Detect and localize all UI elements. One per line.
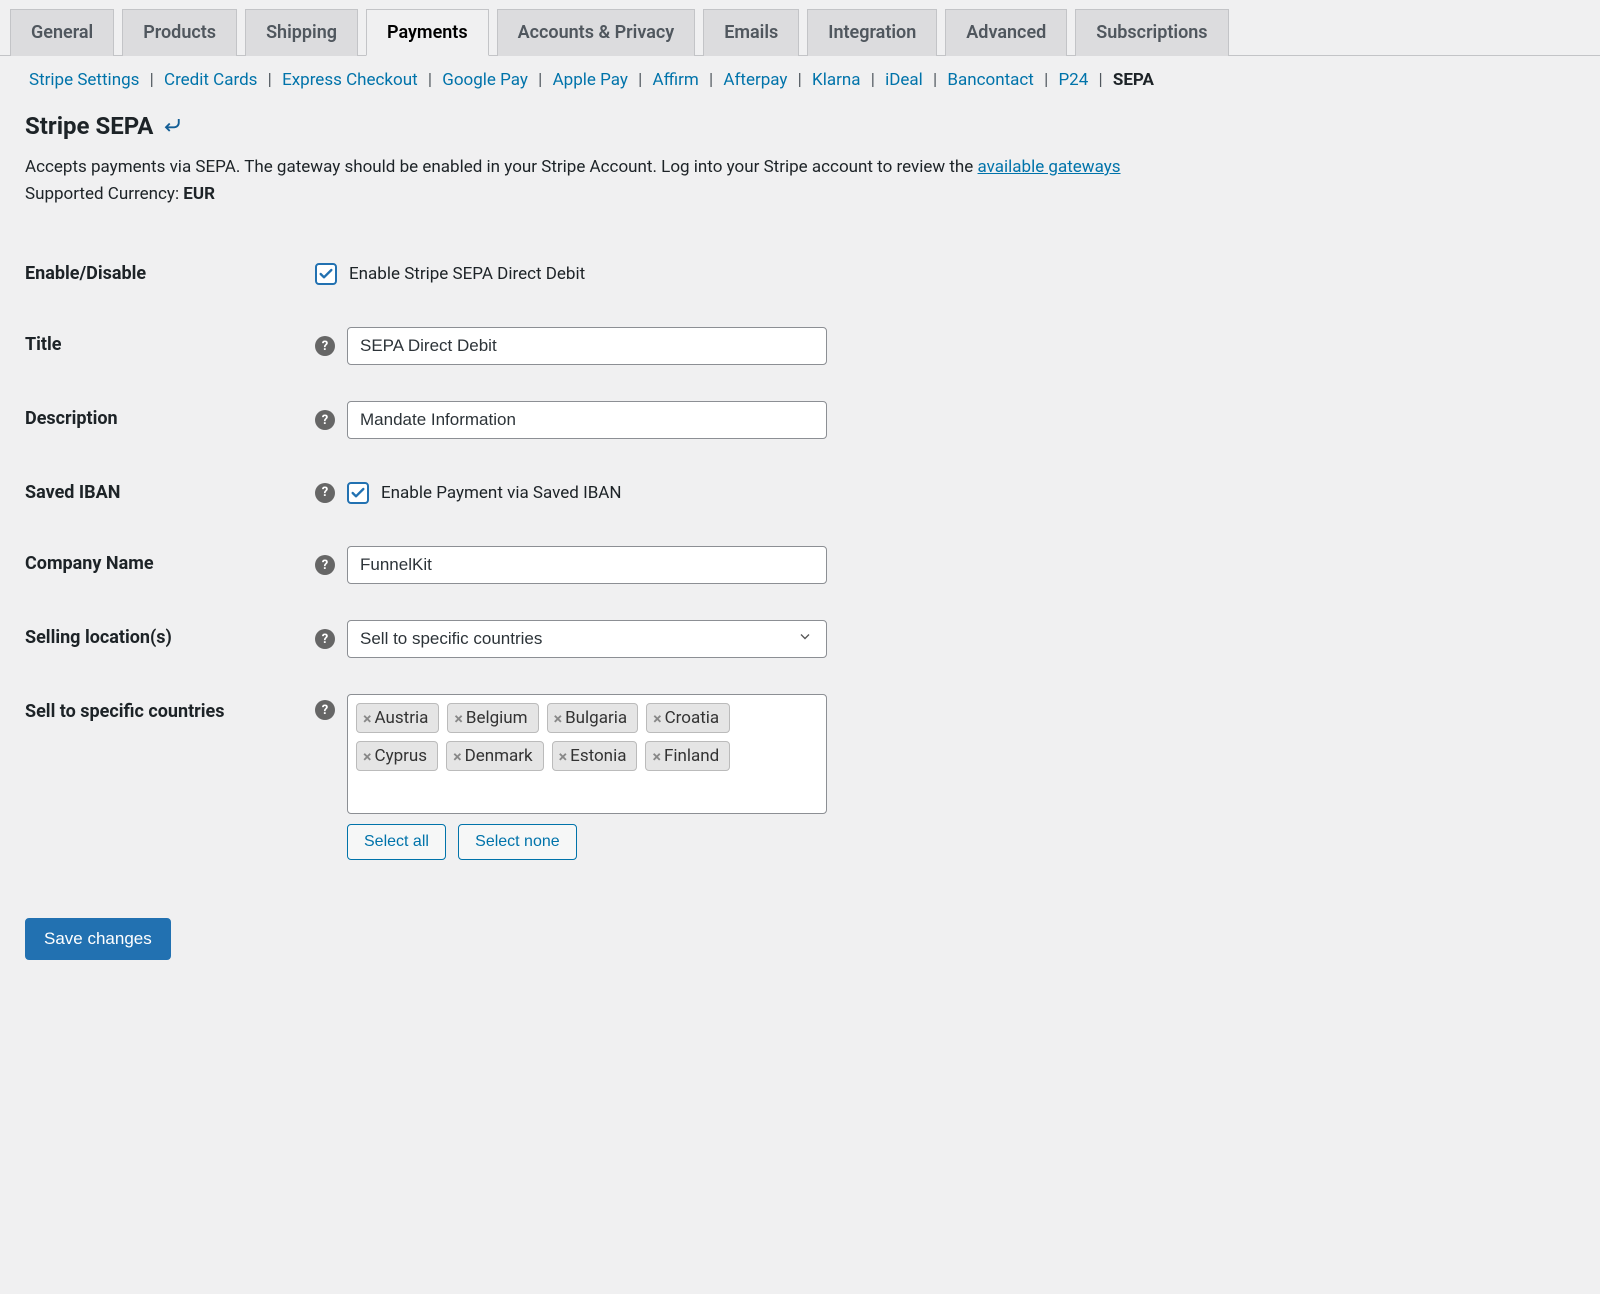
country-tag: ×Cyprus: [356, 741, 438, 771]
country-tag-label: Cyprus: [375, 746, 428, 766]
return-arrow-icon: [163, 116, 181, 134]
available-gateways-link[interactable]: available gateways: [978, 157, 1121, 177]
country-tag-label: Finland: [664, 746, 719, 766]
select-none-button[interactable]: Select none: [458, 824, 577, 860]
specific-countries-label: Sell to specific countries: [25, 676, 305, 878]
remove-tag-icon[interactable]: ×: [653, 709, 662, 728]
help-icon[interactable]: ?: [315, 555, 335, 575]
saved-iban-checkbox[interactable]: [347, 482, 369, 504]
description-label: Description: [25, 383, 305, 457]
country-tag-label: Denmark: [465, 746, 533, 766]
save-changes-button[interactable]: Save changes: [25, 918, 171, 960]
enable-checkbox-label: Enable Stripe SEPA Direct Debit: [349, 264, 585, 284]
saved-iban-checkbox-label: Enable Payment via Saved IBAN: [381, 483, 622, 503]
subnav-link-bancontact[interactable]: Bancontact: [943, 70, 1037, 90]
selling-locations-label: Selling location(s): [25, 602, 305, 676]
remove-tag-icon[interactable]: ×: [554, 709, 563, 728]
remove-tag-icon[interactable]: ×: [363, 709, 372, 728]
help-icon[interactable]: ?: [315, 629, 335, 649]
country-tag-label: Estonia: [570, 746, 626, 766]
country-tag-label: Austria: [375, 708, 429, 728]
subnav-link-afterpay[interactable]: Afterpay: [719, 70, 791, 90]
remove-tag-icon[interactable]: ×: [453, 747, 462, 766]
country-tag: ×Bulgaria: [547, 703, 639, 733]
country-tag: ×Austria: [356, 703, 439, 733]
description-text: Accepts payments via SEPA. The gateway s…: [25, 157, 978, 177]
company-name-input[interactable]: [347, 546, 827, 584]
countries-tag-box[interactable]: ×Austria×Belgium×Bulgaria×Croatia×Cyprus…: [347, 694, 827, 814]
country-tag: ×Denmark: [446, 741, 544, 771]
subnav-link-express-checkout[interactable]: Express Checkout: [278, 70, 422, 90]
remove-tag-icon[interactable]: ×: [652, 747, 661, 766]
saved-iban-label: Saved IBAN: [25, 457, 305, 528]
country-tag: ×Finland: [645, 741, 730, 771]
supported-currency-label: Supported Currency:: [25, 184, 183, 204]
remove-tag-icon[interactable]: ×: [559, 747, 568, 766]
title-input[interactable]: [347, 327, 827, 365]
subnav-link-credit-cards[interactable]: Credit Cards: [160, 70, 261, 90]
subnav-link-apple-pay[interactable]: Apple Pay: [549, 70, 632, 90]
tab-advanced[interactable]: Advanced: [945, 9, 1067, 56]
main-tabs: GeneralProductsShippingPaymentsAccounts …: [0, 0, 1600, 56]
tab-integration[interactable]: Integration: [807, 9, 937, 56]
description-block: Accepts payments via SEPA. The gateway s…: [25, 154, 1575, 208]
subnav-current: SEPA: [1109, 70, 1158, 90]
tab-emails[interactable]: Emails: [703, 9, 799, 56]
check-icon: [350, 485, 366, 501]
tab-shipping[interactable]: Shipping: [245, 9, 358, 56]
help-icon[interactable]: ?: [315, 483, 335, 503]
selling-locations-select[interactable]: [347, 620, 827, 658]
enable-checkbox[interactable]: [315, 263, 337, 285]
sub-nav: Stripe Settings | Credit Cards | Express…: [25, 70, 1575, 90]
subnav-link-klarna[interactable]: Klarna: [808, 70, 864, 90]
subnav-link-affirm[interactable]: Affirm: [649, 70, 703, 90]
description-input[interactable]: [347, 401, 827, 439]
page-title: Stripe SEPA: [25, 112, 1575, 140]
subnav-link-google-pay[interactable]: Google Pay: [438, 70, 532, 90]
enable-label: Enable/Disable: [25, 238, 305, 309]
remove-tag-icon[interactable]: ×: [454, 709, 463, 728]
subnav-link-stripe-settings[interactable]: Stripe Settings: [25, 70, 143, 90]
page-title-text: Stripe SEPA: [25, 112, 153, 140]
country-tag-label: Bulgaria: [565, 708, 627, 728]
help-icon[interactable]: ?: [315, 336, 335, 356]
subnav-link-ideal[interactable]: iDeal: [881, 70, 927, 90]
country-tag-label: Belgium: [466, 708, 528, 728]
company-name-label: Company Name: [25, 528, 305, 602]
help-icon[interactable]: ?: [315, 410, 335, 430]
country-tag: ×Estonia: [552, 741, 638, 771]
country-tag: ×Belgium: [447, 703, 538, 733]
tab-products[interactable]: Products: [122, 9, 237, 56]
country-tag-label: Croatia: [665, 708, 720, 728]
subnav-link-p24[interactable]: P24: [1054, 70, 1092, 90]
select-all-button[interactable]: Select all: [347, 824, 446, 860]
supported-currency-value: EUR: [183, 184, 215, 204]
remove-tag-icon[interactable]: ×: [363, 747, 372, 766]
tab-payments[interactable]: Payments: [366, 9, 489, 56]
help-icon[interactable]: ?: [315, 700, 335, 720]
tab-accounts-privacy[interactable]: Accounts & Privacy: [497, 9, 696, 56]
tab-subscriptions[interactable]: Subscriptions: [1075, 9, 1228, 56]
check-icon: [318, 266, 334, 282]
title-label: Title: [25, 309, 305, 383]
tab-general[interactable]: General: [10, 9, 114, 56]
country-tag: ×Croatia: [646, 703, 730, 733]
back-link[interactable]: [163, 114, 181, 138]
